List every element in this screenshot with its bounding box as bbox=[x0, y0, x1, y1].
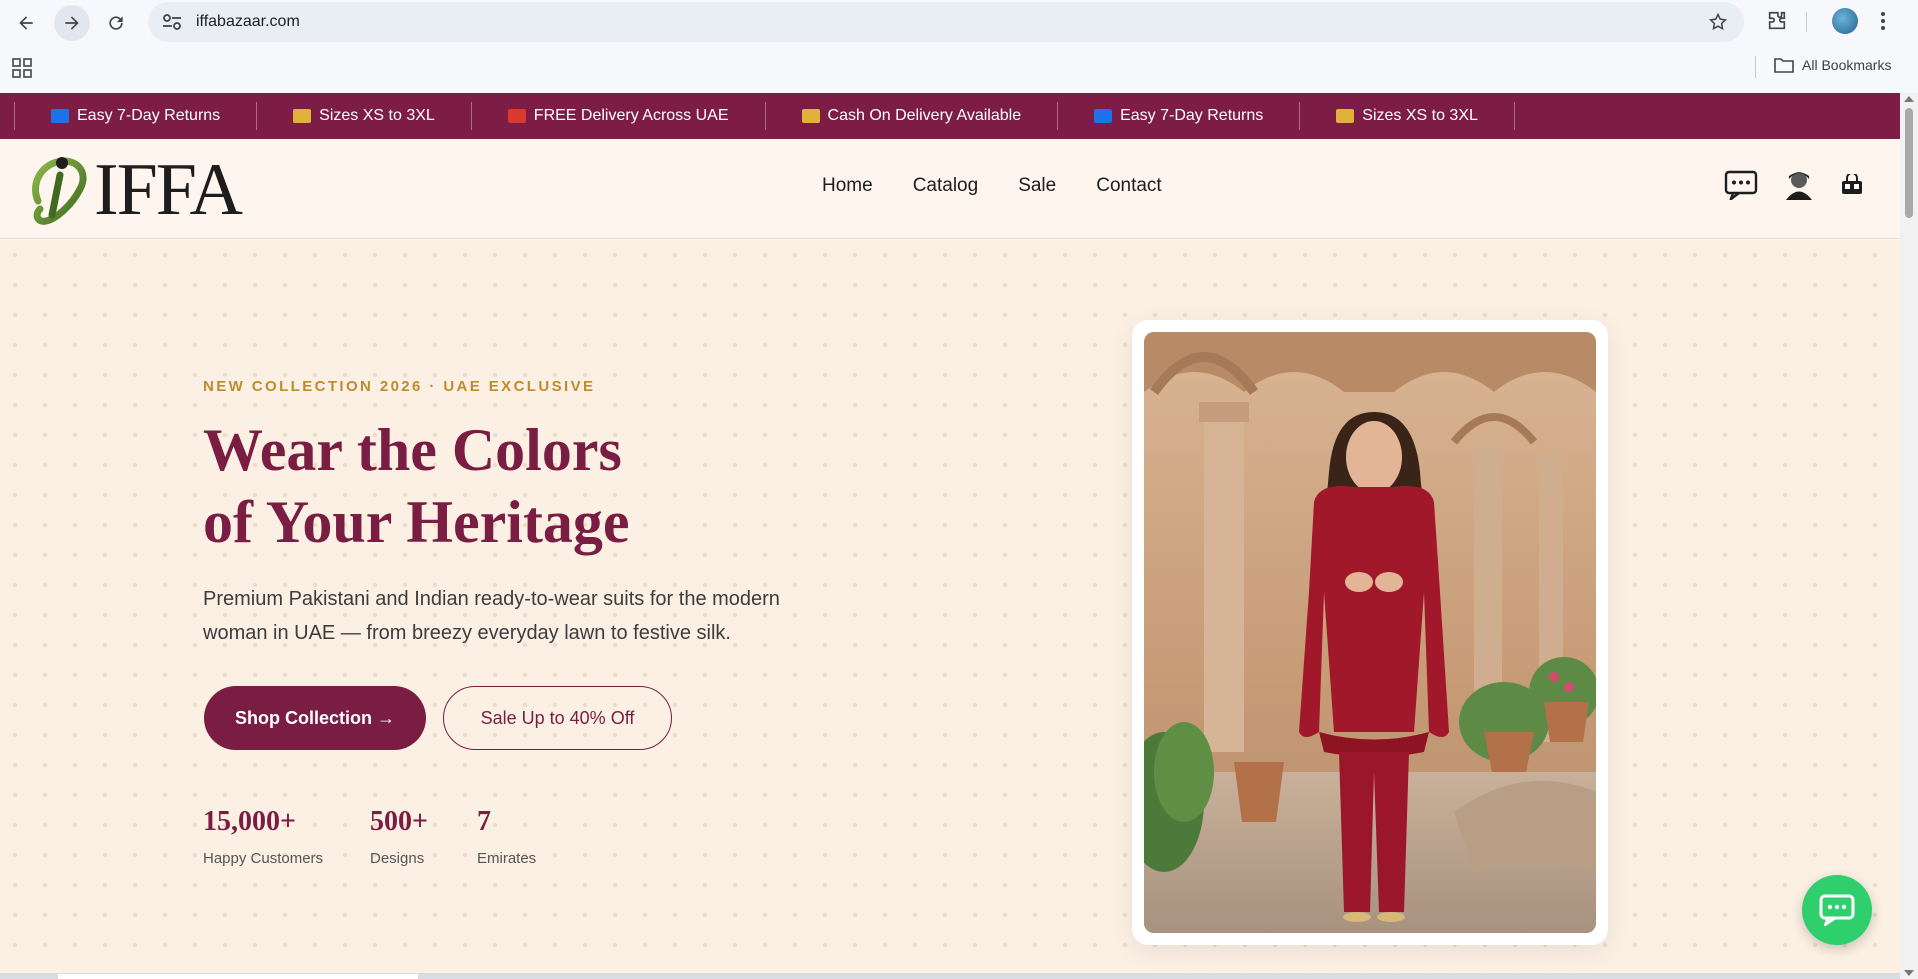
main-nav: Home Catalog Sale Contact bbox=[822, 175, 1162, 197]
hero-eyebrow: NEW COLLECTION 2026 · UAE EXCLUSIVE bbox=[203, 378, 596, 395]
all-bookmarks-button[interactable]: All Bookmarks bbox=[1774, 56, 1891, 74]
logo-wordmark: IFFA bbox=[94, 149, 243, 231]
hero-model-photo bbox=[1144, 332, 1596, 933]
stat-label: Emirates bbox=[477, 850, 537, 867]
announcement-item: Cash On Delivery Available bbox=[764, 102, 1058, 130]
shop-collection-button[interactable]: Shop Collection → bbox=[204, 686, 426, 750]
shopping-bag-icon[interactable] bbox=[1840, 174, 1864, 196]
stat-value: 7 bbox=[477, 806, 491, 837]
bookmarks-divider bbox=[1755, 56, 1756, 78]
headline-line-1: Wear the Colors bbox=[203, 417, 622, 483]
reload-icon bbox=[109, 16, 123, 30]
all-bookmarks-label: All Bookmarks bbox=[1802, 57, 1892, 73]
announcement-item: FREE Delivery Across UAE bbox=[470, 102, 765, 130]
announcement-item: Easy 7-Day Returns bbox=[14, 102, 256, 130]
stat-designs: 500+ Designs bbox=[370, 806, 428, 867]
hero-subtitle: Premium Pakistani and Indian ready-to-we… bbox=[203, 588, 780, 644]
live-chat-button[interactable] bbox=[1802, 875, 1872, 945]
url-text[interactable]: iffabazaar.com bbox=[196, 13, 300, 31]
more-menu-icon[interactable] bbox=[1880, 10, 1886, 32]
page-scrollbar[interactable] bbox=[1900, 93, 1918, 979]
model-illustration bbox=[1144, 332, 1596, 933]
address-bar[interactable]: iffabazaar.com bbox=[148, 2, 1744, 42]
web-page: Easy 7-Day Returns Sizes XS to 3XL FREE De… bbox=[0, 93, 1900, 979]
nav-catalog[interactable]: Catalog bbox=[913, 175, 979, 197]
scroll-down-arrow-icon[interactable] bbox=[1904, 970, 1914, 976]
announcement-text: Easy 7-Day Returns bbox=[77, 107, 221, 124]
site-header: IFFA Home Catalog Sale Contact bbox=[0, 139, 1900, 239]
chat-icon bbox=[1819, 894, 1855, 926]
bookmarks-bar: All Bookmarks bbox=[0, 46, 1918, 92]
announcement-text: Cash On Delivery Available bbox=[827, 107, 1022, 124]
folder-icon bbox=[1774, 58, 1794, 73]
browser-chrome: iffabazaar.com All Bookmarks bbox=[0, 0, 1918, 93]
extensions-icon[interactable] bbox=[1766, 10, 1788, 32]
stat-emirates: 7 Emirates bbox=[477, 806, 536, 867]
announcement-item: Sizes XS to 3XL bbox=[1299, 102, 1515, 130]
stat-value: 500+ bbox=[370, 806, 428, 837]
bottom-strip-tab bbox=[58, 974, 418, 979]
chat-bubble-icon[interactable] bbox=[1724, 170, 1758, 200]
arrow-right-icon bbox=[65, 16, 79, 30]
header-actions bbox=[1724, 169, 1864, 201]
ruler-icon bbox=[293, 109, 312, 123]
reload-button[interactable] bbox=[98, 5, 134, 41]
card-icon bbox=[801, 109, 820, 123]
announcement-text: Easy 7-Day Returns bbox=[1120, 107, 1264, 124]
announcement-item: Easy 7-Day Returns bbox=[1057, 102, 1299, 130]
logo-mark-icon bbox=[32, 157, 87, 225]
back-button[interactable] bbox=[8, 5, 44, 41]
stat-label: Happy Customers bbox=[203, 850, 324, 867]
nav-home[interactable]: Home bbox=[822, 175, 873, 197]
site-logo[interactable]: IFFA bbox=[26, 149, 243, 231]
sale-button[interactable]: Sale Up to 40% Off bbox=[443, 686, 672, 750]
stat-customers: 15,000+ Happy Customers bbox=[203, 806, 323, 867]
scrollbar-thumb[interactable] bbox=[1905, 108, 1913, 218]
return-icon bbox=[1094, 109, 1113, 123]
hero-image-card bbox=[1132, 320, 1608, 945]
headline-line-2: of Your Heritage bbox=[203, 489, 630, 555]
announcement-text: FREE Delivery Across UAE bbox=[533, 107, 729, 124]
scroll-up-arrow-icon[interactable] bbox=[1904, 96, 1914, 102]
announcement-bar: Easy 7-Day Returns Sizes XS to 3XL FREE De… bbox=[0, 93, 1900, 139]
announcement-text: Sizes XS to 3XL bbox=[1362, 107, 1478, 124]
apps-grid-icon[interactable] bbox=[12, 58, 32, 78]
profile-avatar[interactable] bbox=[1832, 8, 1858, 34]
truck-icon bbox=[507, 109, 526, 123]
user-account-icon[interactable] bbox=[1784, 169, 1814, 201]
site-settings-icon[interactable] bbox=[162, 13, 182, 31]
bottom-overlay-strip bbox=[0, 973, 1900, 979]
return-icon bbox=[51, 109, 69, 123]
hero-headline: Wear the Colors of Your Heritage bbox=[203, 414, 630, 558]
forward-button[interactable] bbox=[54, 5, 90, 41]
bookmark-star-icon[interactable] bbox=[1708, 12, 1728, 32]
nav-sale[interactable]: Sale bbox=[1018, 175, 1056, 197]
hero-section: NEW COLLECTION 2026 · UAE EXCLUSIVE Wear… bbox=[0, 240, 1900, 979]
toolbar-divider bbox=[1806, 12, 1807, 32]
stat-value: 15,000+ bbox=[203, 806, 296, 837]
nav-contact[interactable]: Contact bbox=[1096, 175, 1161, 197]
stat-label: Designs bbox=[370, 850, 425, 867]
announcement-text: Sizes XS to 3XL bbox=[319, 107, 435, 124]
announcement-item: Sizes XS to 3XL bbox=[256, 102, 471, 130]
ruler-icon bbox=[1336, 109, 1355, 123]
arrow-left-icon bbox=[19, 16, 33, 30]
